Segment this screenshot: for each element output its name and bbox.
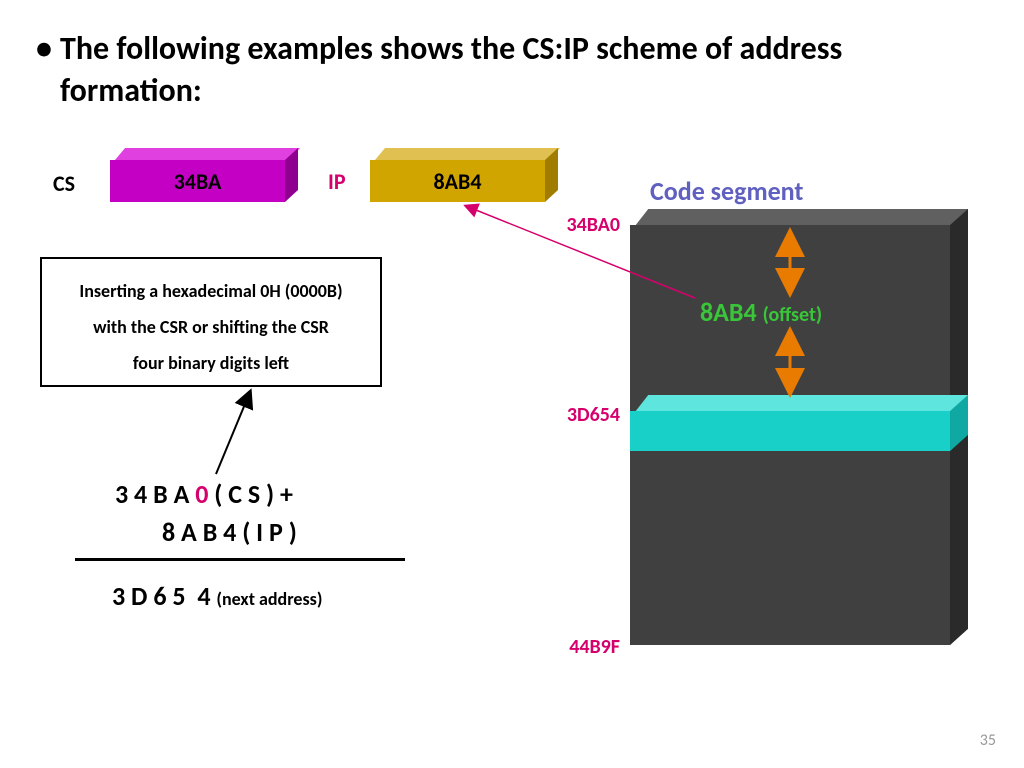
code-segment-title: Code segment <box>650 175 803 207</box>
addr-end: 44B9F <box>530 635 620 659</box>
note-line-1: Inserting a hexadecimal 0H (0000B) <box>48 273 374 309</box>
cs-value: 34BA <box>110 160 285 202</box>
ip-register-block: 8AB4 <box>370 160 545 202</box>
inserted-zero: 0 <box>195 478 208 510</box>
addr-start: 34BA0 <box>530 213 620 237</box>
cs-label: CS <box>53 170 75 197</box>
calc-line-2: 8 A B 4 ( I P ) <box>162 516 297 548</box>
calc-result: 3 D 6 5 4 (next address) <box>112 580 322 612</box>
slide-title: The following examples shows the CS:IP s… <box>60 28 960 111</box>
sum-divider <box>75 558 405 561</box>
cs-register-block: 34BA <box>110 160 285 202</box>
ip-label: IP <box>328 168 346 195</box>
instruction-band <box>630 411 950 451</box>
note-line-2: with the CSR or shifting the CSR <box>48 309 374 345</box>
code-segment-block <box>630 225 980 665</box>
offset-label: 8AB4 (offset) <box>700 296 822 328</box>
note-line-3: four binary digits left <box>48 345 374 381</box>
addr-mid: 3D654 <box>530 403 620 427</box>
arrow-zero-to-note <box>216 392 250 474</box>
calc-line-1: 3 4 B A 0 ( C S ) + <box>115 478 293 510</box>
page-number: 35 <box>980 731 996 750</box>
note-box: Inserting a hexadecimal 0H (0000B) with … <box>40 257 382 387</box>
ip-value: 8AB4 <box>370 160 545 202</box>
